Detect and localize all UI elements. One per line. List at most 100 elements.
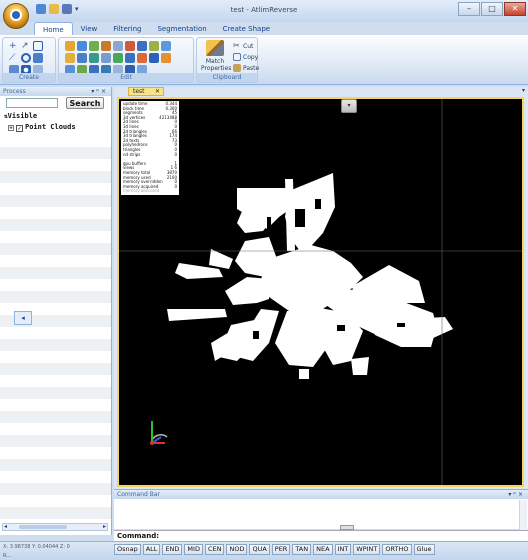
maximize-button[interactable]: □	[481, 2, 503, 16]
copy-entity-icon[interactable]	[65, 53, 75, 63]
horizontal-scrollbar[interactable]: ◂ ▸	[2, 523, 108, 531]
close-icon[interactable]: ×	[518, 491, 525, 498]
new-file-icon[interactable]	[36, 4, 46, 14]
scroll-thumb[interactable]	[19, 525, 67, 529]
line-icon[interactable]: ⟋	[9, 53, 19, 63]
ribbon-tabs: Home View Filtering Segmentation Create …	[34, 22, 278, 36]
tree-rows	[0, 135, 111, 523]
snap-tan[interactable]: TAN	[292, 544, 312, 555]
tab-list-icon[interactable]: ▾	[522, 87, 525, 94]
cut-button[interactable]: ✂ Cut	[233, 42, 253, 50]
align-icon[interactable]	[125, 53, 135, 63]
tree-item-label: Point Clouds	[25, 123, 76, 131]
tab-view[interactable]: View	[73, 22, 106, 36]
snap-int[interactable]: INT	[334, 544, 352, 555]
status-text: R...	[3, 553, 12, 559]
tree-item-point-clouds[interactable]: + ✓ Point Clouds	[0, 122, 111, 133]
paintbrush-icon	[206, 40, 224, 56]
extend-icon[interactable]	[137, 41, 147, 51]
snap-cen[interactable]: CEN	[204, 544, 225, 555]
minimize-button[interactable]: –	[458, 2, 480, 16]
snap-glue[interactable]: Glue	[413, 544, 435, 555]
snap-wpint[interactable]: WPINT	[353, 544, 381, 555]
snap-qua[interactable]: QUA	[249, 544, 270, 555]
save-icon[interactable]	[62, 4, 72, 14]
tab-filtering[interactable]: Filtering	[105, 22, 149, 36]
close-button[interactable]: ✕	[504, 2, 526, 16]
copy-label: Copy	[243, 53, 259, 61]
snap-ortho[interactable]: ORTHO	[382, 544, 412, 555]
qat-dropdown-icon[interactable]: ▾	[75, 4, 85, 14]
expand-icon[interactable]: +	[8, 125, 14, 131]
rotate-icon[interactable]	[77, 41, 87, 51]
create-group: + ↗ ⟋ Create	[2, 37, 56, 83]
snap-per[interactable]: PER	[271, 544, 291, 555]
tab-segmentation[interactable]: Segmentation	[149, 22, 214, 36]
process-panel-title: Process	[3, 88, 26, 95]
view-menu-button[interactable]: ▾	[341, 99, 357, 113]
join-icon[interactable]	[89, 53, 99, 63]
copy-icon	[233, 53, 241, 61]
collapse-tab[interactable]: ◂	[14, 311, 32, 325]
title-bar: test - AtlimReverse ▾ – □ ✕	[0, 0, 528, 22]
snap-osnap[interactable]: Osnap	[114, 544, 141, 555]
highlight-icon[interactable]	[161, 53, 171, 63]
open-folder-icon[interactable]	[49, 4, 59, 14]
move-icon[interactable]	[65, 41, 75, 51]
scroll-left-icon[interactable]: ◂	[4, 523, 7, 530]
tab-home[interactable]: Home	[34, 22, 73, 36]
create-group-label: Create	[3, 73, 55, 82]
stretch-icon[interactable]	[113, 53, 123, 63]
trim-icon[interactable]	[125, 41, 135, 51]
fillet-icon[interactable]	[161, 41, 171, 51]
clipboard-group-label: Clipboard	[197, 73, 257, 82]
close-tab-icon[interactable]: ✕	[155, 88, 160, 96]
command-prompt: Command:	[117, 532, 160, 540]
snap-all[interactable]: ALL	[142, 544, 161, 555]
copy-button[interactable]: Copy	[233, 53, 258, 61]
panel-controls: ▾ᵖ×	[508, 490, 525, 499]
checkbox[interactable]: ✓	[16, 125, 23, 132]
command-history-scrollbar[interactable]	[519, 500, 527, 530]
snap-nod[interactable]: NOD	[226, 544, 248, 555]
viewport-canvas[interactable]: update time 0.344 block time 0.300 segment…	[117, 97, 524, 487]
delete-icon[interactable]	[137, 53, 147, 63]
snap-nea[interactable]: NEA	[313, 544, 333, 555]
document-tab[interactable]: test ✕	[128, 87, 164, 96]
status-bar: X: 3.98738 Y: 0.04044 Z: 0 R... Osnap AL…	[0, 541, 528, 559]
application-menu-button[interactable]	[3, 3, 29, 29]
edit-group-label: Edit	[59, 73, 193, 82]
command-bar-header: Command Bar ▾ᵖ×	[114, 490, 528, 499]
cut-label: Cut	[243, 42, 254, 50]
match-properties-label: Match Properties	[201, 58, 232, 72]
explode-icon[interactable]	[77, 53, 87, 63]
arc-icon[interactable]	[33, 53, 43, 63]
visible-header: ⇅Visible	[0, 111, 111, 122]
polyline-icon[interactable]: ↗	[21, 41, 31, 51]
search-button[interactable]: Search	[66, 97, 104, 109]
snap-end[interactable]: END	[162, 544, 183, 555]
axis-gizmo-icon	[150, 421, 168, 445]
point-icon[interactable]: +	[9, 41, 19, 51]
mirror-icon[interactable]	[101, 41, 111, 51]
properties-icon[interactable]	[149, 53, 159, 63]
process-panel: Process ▾ᵖ× Search ⇅Visible + ✓ Point Clou…	[0, 87, 112, 535]
rectangle-icon[interactable]	[33, 41, 43, 51]
clipboard-group: Match Properties ✂ Cut Copy Paste Clipbo…	[196, 37, 259, 83]
scissors-icon: ✂	[233, 41, 240, 50]
scale-icon[interactable]	[89, 41, 99, 51]
scroll-right-icon[interactable]: ▸	[103, 523, 106, 530]
match-properties-button[interactable]: Match Properties	[201, 40, 232, 72]
paste-button[interactable]: Paste	[233, 64, 259, 72]
circle-icon[interactable]	[21, 53, 31, 63]
offset-icon[interactable]	[149, 41, 159, 51]
search-input[interactable]	[6, 98, 58, 108]
close-icon[interactable]: ×	[101, 88, 108, 95]
command-input[interactable]: Command:	[114, 530, 528, 541]
panel-controls: ▾ᵖ×	[91, 87, 108, 96]
snap-mid[interactable]: MID	[184, 544, 203, 555]
tab-create-shape[interactable]: Create Shape	[215, 22, 278, 36]
quick-access-toolbar: ▾	[36, 4, 85, 14]
break-icon[interactable]	[101, 53, 111, 63]
array-icon[interactable]	[113, 41, 123, 51]
